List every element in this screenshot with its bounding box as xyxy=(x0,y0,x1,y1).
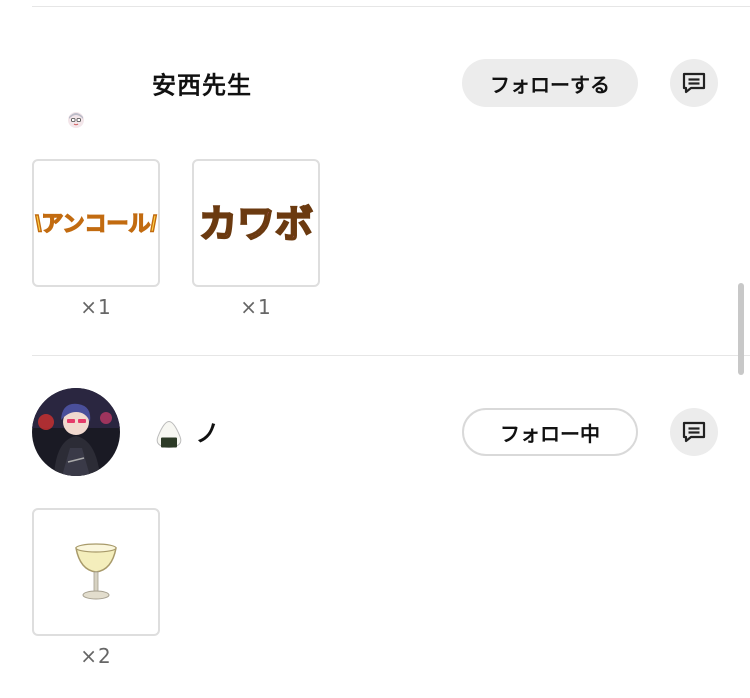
gift-label: カワボ xyxy=(199,204,313,246)
username-text: ノ xyxy=(195,419,221,448)
username[interactable]: ノ xyxy=(152,414,220,451)
kawabo-stamp-icon: カワボ xyxy=(198,203,314,247)
message-button[interactable] xyxy=(670,408,718,456)
gift-item[interactable]: カワボ ×1 xyxy=(192,159,320,319)
gift-box: カワボ xyxy=(192,159,320,287)
user-row-2: ノ フォロー中 xyxy=(32,388,718,476)
section-divider xyxy=(32,355,750,356)
user-avatar[interactable] xyxy=(32,388,120,476)
follow-button[interactable]: フォローする xyxy=(462,59,638,107)
cocktail-glass-icon xyxy=(75,543,117,600)
scrollbar[interactable] xyxy=(738,283,744,375)
gift-label: \アンコール/ xyxy=(35,211,156,236)
message-icon xyxy=(682,421,706,443)
gift-count: ×2 xyxy=(80,644,112,668)
gift-item[interactable]: \アンコール/ ×1 xyxy=(32,159,160,319)
user-row-1: 安西先生 フォローする xyxy=(32,39,718,127)
character-avatar-image xyxy=(32,388,120,476)
gift-box xyxy=(32,508,160,636)
gift-count: ×1 xyxy=(240,295,272,319)
gift-box: \アンコール/ xyxy=(32,159,160,287)
top-divider xyxy=(32,6,750,7)
following-button[interactable]: フォロー中 xyxy=(462,408,638,456)
encore-stamp-icon: \アンコール/ xyxy=(35,210,158,236)
onigiri-icon xyxy=(156,420,182,449)
message-button[interactable] xyxy=(670,59,718,107)
username[interactable]: 安西先生 xyxy=(152,66,252,101)
message-icon xyxy=(682,72,706,94)
gift-item[interactable]: ×2 xyxy=(32,508,160,668)
gift-count: ×1 xyxy=(80,295,112,319)
mini-avatar-icon xyxy=(68,112,84,128)
